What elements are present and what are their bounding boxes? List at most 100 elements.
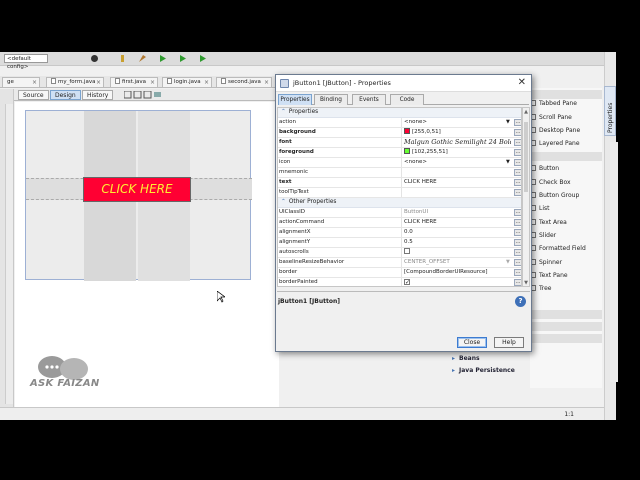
ellipsis-button[interactable]: … (514, 139, 521, 146)
property-row-background[interactable]: background [255,0,51]… (278, 128, 521, 138)
tab-properties[interactable]: Properties (278, 94, 312, 105)
palette-scroll-pane[interactable]: Scroll Pane (530, 112, 572, 124)
build-icon[interactable] (118, 54, 127, 63)
palette-check-box[interactable]: Check Box (530, 177, 571, 189)
other-properties-section-header[interactable]: ⌃ Other Properties (278, 198, 521, 208)
property-row-baselineresizebehavior[interactable]: baselineResizeBehavior CENTER_OFFSET ▼… (278, 258, 521, 268)
debug-icon[interactable] (178, 54, 187, 63)
property-row-action[interactable]: action <none> ▼… (278, 118, 521, 128)
property-value[interactable]: [CompoundBorderUIResource] (401, 268, 511, 277)
dropdown-arrow-icon[interactable]: ▼ (506, 158, 510, 167)
palette-desktop-pane[interactable]: Desktop Pane (530, 125, 580, 137)
scroll-up-icon[interactable]: ▲ (523, 109, 529, 115)
ellipsis-button[interactable]: … (514, 159, 521, 166)
scroll-down-icon[interactable]: ▼ (523, 280, 529, 286)
property-row-actioncommand[interactable]: actionCommand CLICK HERE… (278, 218, 521, 228)
property-sheet-scrollbar[interactable]: ▲ ▼ (522, 107, 530, 287)
vertical-scrollbar[interactable] (5, 104, 13, 404)
properties-section-header[interactable]: ⌃ Properties (278, 108, 521, 118)
ellipsis-button[interactable]: … (514, 229, 521, 236)
close-icon[interactable]: ✕ (518, 77, 526, 88)
help-button[interactable]: Help (494, 337, 524, 348)
palette-button[interactable]: Button (530, 163, 559, 175)
property-row-foreground[interactable]: foreground [102,255,51]… (278, 148, 521, 158)
palette-formatted-field[interactable]: Formatted Field (530, 243, 586, 255)
play-icon[interactable] (158, 54, 167, 63)
ellipsis-button[interactable]: … (514, 189, 521, 196)
property-row-tooltiptext[interactable]: toolTipText… (278, 188, 521, 198)
palette-spinner[interactable]: Spinner (530, 257, 562, 269)
config-combo[interactable]: <default config> (4, 54, 48, 70)
palette-category-beans[interactable]: ▸ Beans (452, 353, 480, 365)
property-row-font[interactable]: font Malgun Gothic Semilight 24 Bold… (278, 138, 521, 148)
editor-tab-first[interactable]: first.java × (110, 77, 158, 87)
property-value[interactable] (401, 188, 511, 197)
editor-tab-ge[interactable]: ge × (2, 77, 40, 87)
ellipsis-button[interactable]: … (514, 259, 521, 266)
property-row-uiclassid[interactable]: UIClassID ButtonUI… (278, 208, 521, 218)
editor-tab-my-form[interactable]: my_form.java × (46, 77, 104, 87)
palette-button-group[interactable]: Button Group (530, 190, 579, 202)
property-row-text[interactable]: text CLICK HERE… (278, 178, 521, 188)
close-icon[interactable]: × (32, 78, 37, 87)
tab-history[interactable]: History (82, 90, 114, 100)
palette-text-pane[interactable]: Text Pane (530, 270, 568, 282)
ellipsis-button[interactable]: … (514, 119, 521, 126)
help-icon[interactable]: ? (515, 296, 526, 307)
dropdown-arrow-icon[interactable]: ▼ (506, 118, 510, 127)
ellipsis-button[interactable]: … (514, 239, 521, 246)
ellipsis-button[interactable]: … (514, 209, 521, 216)
ellipsis-button[interactable]: … (514, 279, 521, 286)
ellipsis-button[interactable]: … (514, 249, 521, 256)
close-icon[interactable]: × (264, 78, 269, 87)
property-value[interactable]: Malgun Gothic Semilight 24 Bold (401, 138, 511, 147)
tab-binding[interactable]: Binding (314, 94, 348, 105)
clean-icon[interactable] (138, 54, 147, 63)
tab-design[interactable]: Design (50, 90, 81, 100)
palette-layered-pane[interactable]: Layered Pane (530, 138, 580, 150)
property-value[interactable]: CLICK HERE (401, 218, 511, 227)
property-value[interactable]: [102,255,51] (401, 148, 511, 157)
property-value[interactable] (401, 168, 511, 177)
run-icon[interactable] (90, 54, 99, 63)
ellipsis-button[interactable]: … (514, 129, 521, 136)
palette-tabbed-pane[interactable]: Tabbed Pane (530, 98, 577, 110)
property-value[interactable]: 0.0 (401, 228, 511, 237)
close-button[interactable]: Close (457, 337, 487, 348)
palette-list[interactable]: List (530, 203, 550, 215)
property-row-border[interactable]: border [CompoundBorderUIResource]… (278, 268, 521, 278)
palette-slider[interactable]: Slider (530, 230, 556, 242)
dialog-title-bar[interactable]: jButton1 [JButton] - Properties ✕ (276, 75, 531, 92)
property-value[interactable]: 0.5 (401, 238, 511, 247)
ellipsis-button[interactable]: … (514, 269, 521, 276)
property-row-autoscrolls[interactable]: autoscrolls… (278, 248, 521, 258)
property-value[interactable]: <none> (401, 118, 511, 127)
palette-text-area[interactable]: Text Area (530, 217, 567, 229)
property-row-alignmenty[interactable]: alignmentY 0.5… (278, 238, 521, 248)
autoscrolls-checkbox[interactable] (404, 248, 410, 254)
tab-source[interactable]: Source (18, 90, 49, 100)
property-value[interactable]: [255,0,51] (401, 128, 511, 137)
editor-tab-second[interactable]: second.java × (216, 77, 272, 87)
property-value[interactable]: CLICK HERE (401, 178, 511, 187)
close-icon[interactable]: × (150, 78, 155, 87)
editor-tab-login[interactable]: login.java × (162, 77, 212, 87)
properties-side-tab[interactable]: Properties (604, 86, 616, 136)
design-toolbar-icons[interactable] (124, 91, 164, 99)
property-row-icon[interactable]: icon <none> ▼… (278, 158, 521, 168)
ellipsis-button[interactable]: … (514, 179, 521, 186)
click-here-button[interactable]: CLICK HERE (83, 177, 191, 202)
scroll-thumb[interactable] (524, 122, 528, 192)
profile-icon[interactable] (198, 54, 207, 63)
ellipsis-button[interactable]: … (514, 149, 521, 156)
close-icon[interactable]: × (204, 78, 209, 87)
tab-events[interactable]: Events (352, 94, 386, 105)
palette-tree[interactable]: Tree (530, 283, 552, 295)
property-row-mnemonic[interactable]: mnemonic… (278, 168, 521, 178)
close-icon[interactable]: × (96, 78, 101, 87)
right-scrollbar[interactable] (610, 142, 618, 382)
tab-code[interactable]: Code (390, 94, 424, 105)
borderpainted-checkbox[interactable]: ✓ (404, 279, 410, 286)
property-row-borderpainted[interactable]: borderPainted ✓… (278, 278, 521, 286)
ellipsis-button[interactable]: … (514, 219, 521, 226)
